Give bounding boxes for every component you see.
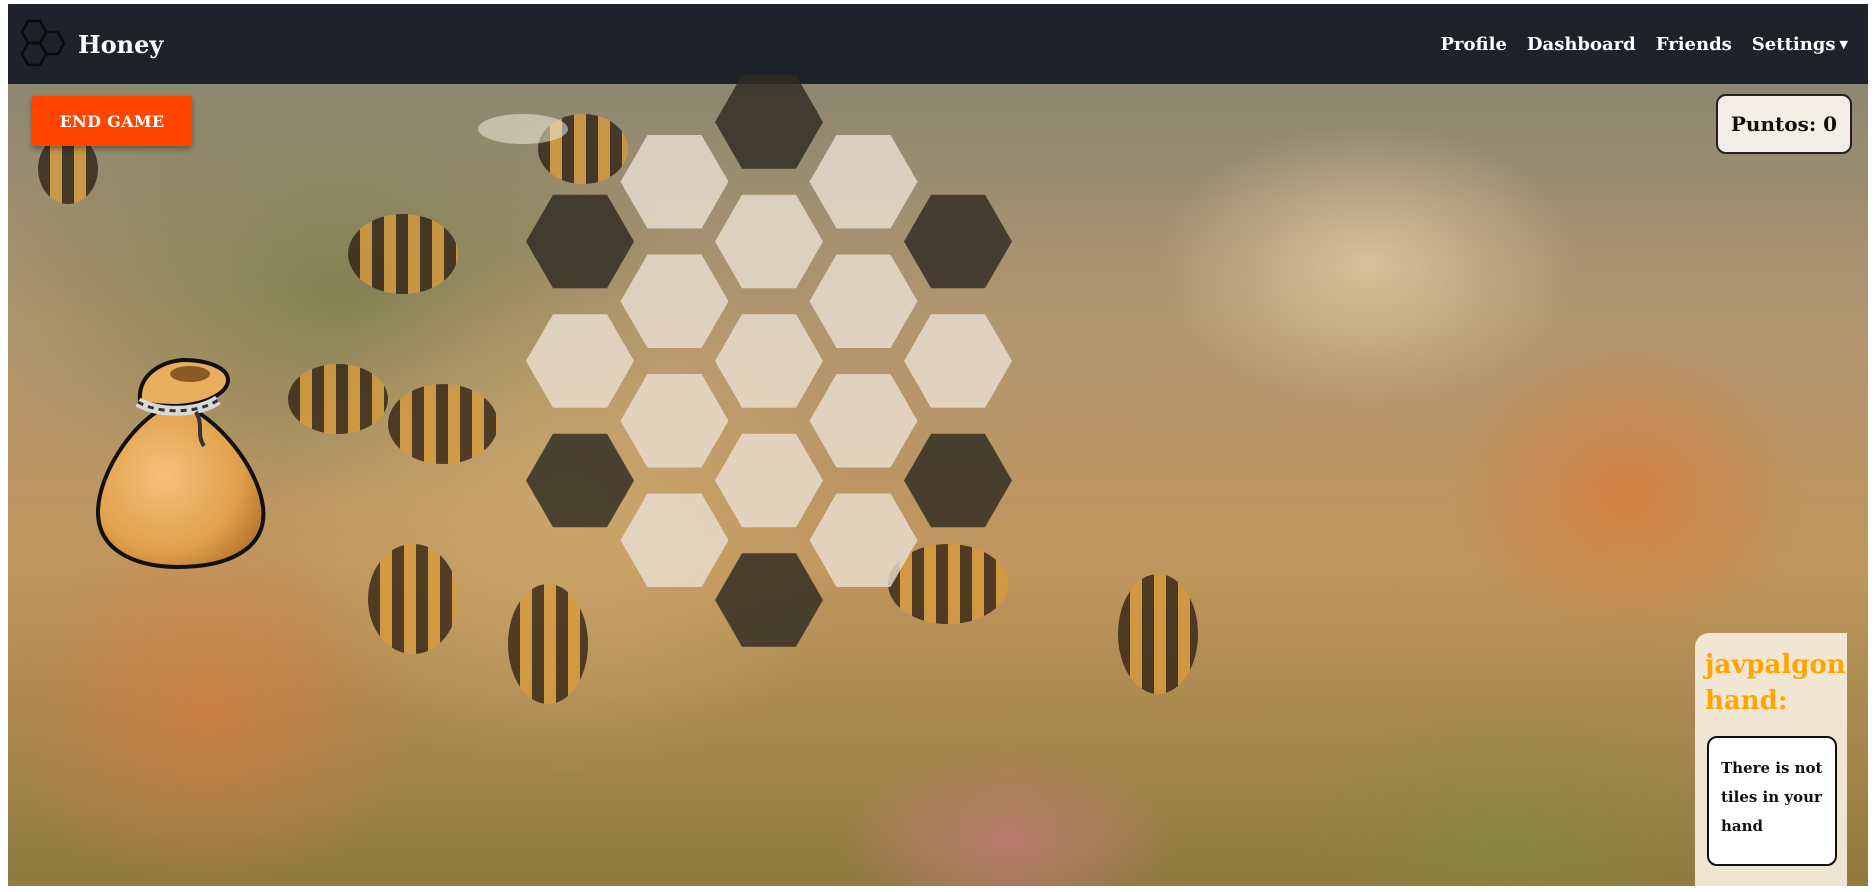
score-display: Puntos: 0 <box>1716 94 1852 154</box>
hand-tiles-box: There is not tiles in your hand <box>1707 736 1837 866</box>
hex-tile-empty[interactable] <box>620 134 729 229</box>
hex-tile-empty[interactable] <box>715 314 823 408</box>
hex-tile-empty[interactable] <box>620 373 729 468</box>
hex-tile-empty[interactable] <box>620 493 729 588</box>
hex-tile-empty[interactable] <box>809 134 918 229</box>
hex-tile-empty[interactable] <box>809 493 918 588</box>
hex-tile-occupied[interactable] <box>526 433 634 528</box>
end-game-button[interactable]: END GAME <box>32 96 192 146</box>
hex-tile-empty[interactable] <box>809 373 918 468</box>
game-page: Honey Profile Dashboard Friends Settings… <box>8 4 1868 886</box>
hex-tile-empty[interactable] <box>809 254 918 349</box>
hex-tile-empty[interactable] <box>526 314 634 408</box>
hex-tile-occupied[interactable] <box>715 553 823 647</box>
hex-tile-occupied[interactable] <box>715 75 823 169</box>
hex-board <box>526 75 1012 647</box>
tile-bag-icon[interactable] <box>78 342 278 572</box>
hex-tile-empty[interactable] <box>715 433 823 528</box>
hex-tile-occupied[interactable] <box>904 194 1012 289</box>
hex-tile-occupied[interactable] <box>526 194 634 289</box>
hand-panel: javpalgon hand: There is not tiles in yo… <box>1695 633 1847 886</box>
hex-tile-empty[interactable] <box>620 254 729 349</box>
hex-tile-occupied[interactable] <box>904 433 1012 528</box>
hex-tile-empty[interactable] <box>715 194 823 289</box>
hex-tile-empty[interactable] <box>904 314 1012 408</box>
hand-title: javpalgon hand: <box>1705 650 1846 716</box>
